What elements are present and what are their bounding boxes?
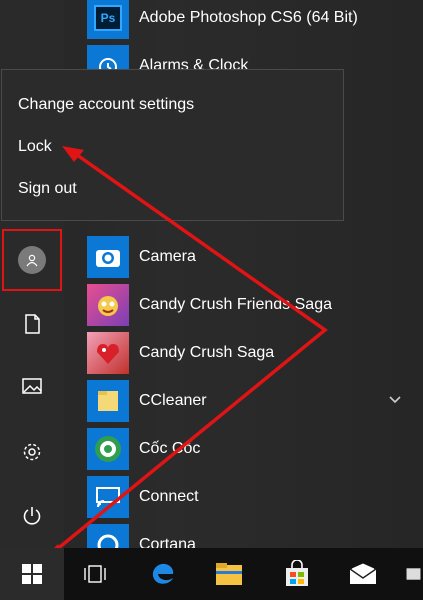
folder-icon (87, 380, 129, 422)
app-label: CCleaner (139, 392, 207, 409)
app-label: Camera (139, 248, 196, 265)
taskbar (0, 548, 423, 600)
chevron-down-icon[interactable] (388, 392, 402, 410)
candy-crush-icon (87, 332, 129, 374)
app-list-item-candy-crush-friends[interactable]: Candy Crush Friends Saga (84, 281, 423, 329)
app-list-item-coccoc[interactable]: Cốc Cốc (84, 425, 423, 473)
power-icon[interactable] (0, 492, 64, 540)
coccoc-icon (87, 428, 129, 470)
photoshop-icon: Ps (87, 0, 129, 39)
app-label: Candy Crush Friends Saga (139, 296, 332, 313)
account-menu: Change account settings Lock Sign out (1, 69, 344, 221)
task-view-icon[interactable] (78, 558, 112, 590)
app-list-item-ccleaner[interactable]: CCleaner (84, 377, 423, 425)
edge-icon[interactable] (146, 558, 180, 590)
app-list-item-photoshop[interactable]: Ps Adobe Photoshop CS6 (64 Bit) (84, 0, 423, 42)
menu-item-change-account-settings[interactable]: Change account settings (18, 96, 194, 114)
partial-taskbar-icon[interactable] (404, 558, 423, 590)
store-icon[interactable] (280, 558, 314, 590)
camera-icon (87, 236, 129, 278)
candy-crush-friends-icon (87, 284, 129, 326)
windows-start-icon[interactable] (0, 548, 64, 600)
settings-gear-icon[interactable] (0, 428, 64, 476)
app-list-item-camera[interactable]: Camera (84, 233, 423, 281)
connect-icon (87, 476, 129, 518)
start-menu: Ps Adobe Photoshop CS6 (64 Bit) Alarms &… (0, 0, 423, 566)
menu-item-lock[interactable]: Lock (18, 138, 52, 156)
pictures-icon[interactable] (0, 362, 64, 410)
menu-item-sign-out[interactable]: Sign out (18, 180, 77, 198)
app-list-item-connect[interactable]: Connect (84, 473, 423, 521)
mail-icon[interactable] (346, 558, 380, 590)
app-label: Candy Crush Saga (139, 344, 275, 361)
user-avatar-icon[interactable] (18, 246, 46, 274)
app-label: Connect (139, 488, 199, 505)
file-explorer-icon[interactable] (212, 558, 246, 590)
app-list-item-candy-crush[interactable]: Candy Crush Saga (84, 329, 423, 377)
document-icon[interactable] (0, 300, 64, 348)
app-label: Adobe Photoshop CS6 (64 Bit) (139, 9, 358, 26)
app-label: Cốc Cốc (139, 440, 201, 457)
